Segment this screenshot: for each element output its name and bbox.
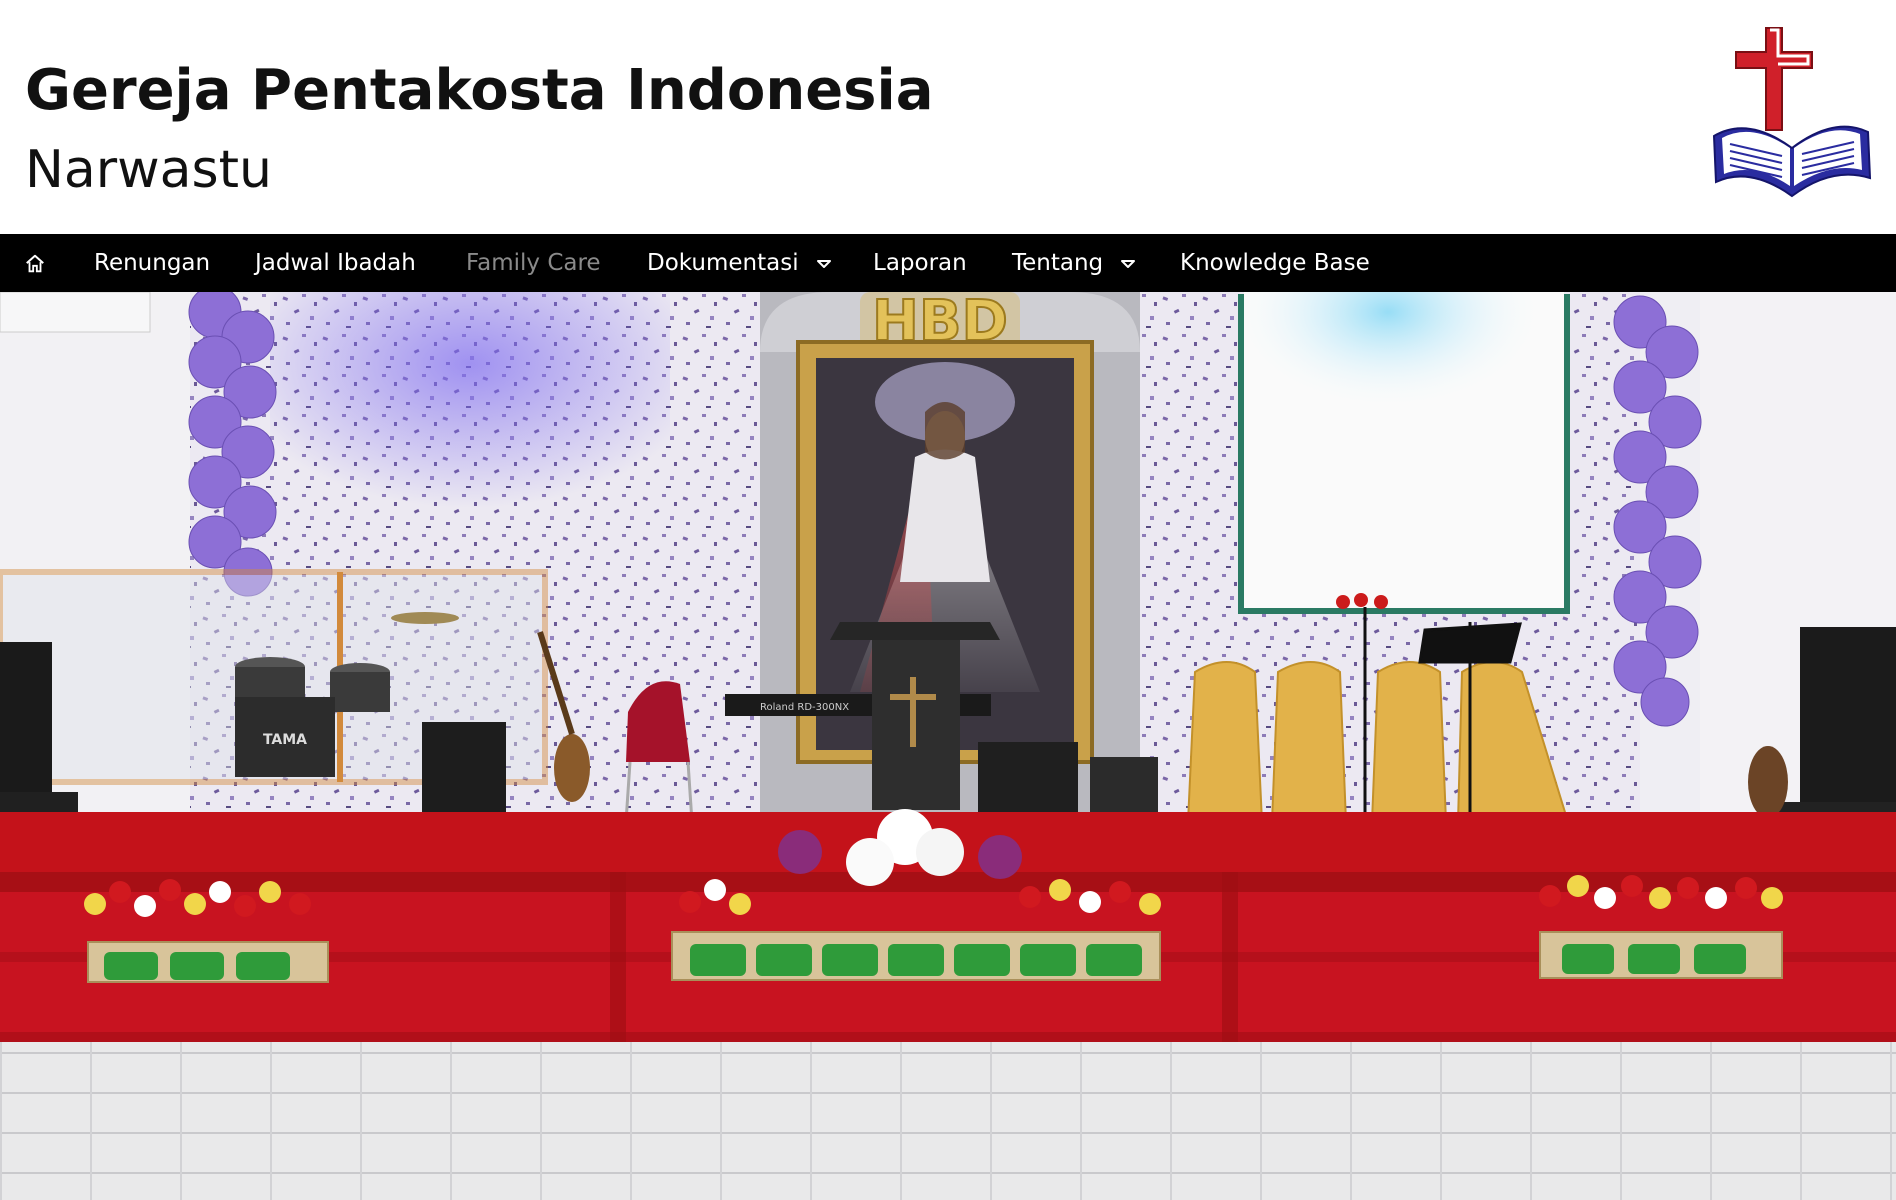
nav-item-tentang[interactable]: Tentang	[1012, 234, 1136, 292]
nav-item-laporan[interactable]: Laporan	[873, 234, 967, 292]
site-header: Gereja Pentakosta Indonesia Narwastu	[0, 0, 1896, 234]
site-title[interactable]: Gereja Pentakosta Indonesia	[25, 58, 934, 123]
nav-label: Jadwal Ibadah	[255, 250, 416, 276]
hero-image: HBD TAMA Roland RD-300NX	[0, 292, 1896, 1200]
nav-item-dokumentasi[interactable]: Dokumentasi	[647, 234, 832, 292]
svg-text:TAMA: TAMA	[263, 732, 307, 748]
nav-item-knowledge-base[interactable]: Knowledge Base	[1180, 234, 1370, 292]
church-logo-icon[interactable]	[1708, 20, 1876, 212]
svg-text:Roland RD-300NX: Roland RD-300NX	[760, 702, 849, 713]
nav-label: Laporan	[873, 250, 967, 276]
home-link[interactable]	[24, 234, 46, 292]
nav-item-renungan[interactable]: Renungan	[94, 234, 210, 292]
nav-label: Tentang	[1012, 250, 1104, 276]
chevron-down-icon	[816, 259, 831, 268]
site-subtitle: Narwastu	[25, 140, 272, 200]
nav-label: Knowledge Base	[1180, 250, 1370, 276]
chevron-down-icon	[1121, 259, 1136, 268]
nav-item-jadwal-ibadah[interactable]: Jadwal Ibadah	[255, 234, 416, 292]
main-navigation: Renungan Jadwal Ibadah Family Care Dokum…	[0, 234, 1896, 292]
nav-label: Family Care	[466, 250, 601, 276]
nav-label: Renungan	[94, 250, 211, 276]
nav-item-family-care[interactable]: Family Care	[466, 234, 601, 292]
nav-label: Dokumentasi	[647, 250, 799, 276]
home-icon	[26, 254, 44, 272]
